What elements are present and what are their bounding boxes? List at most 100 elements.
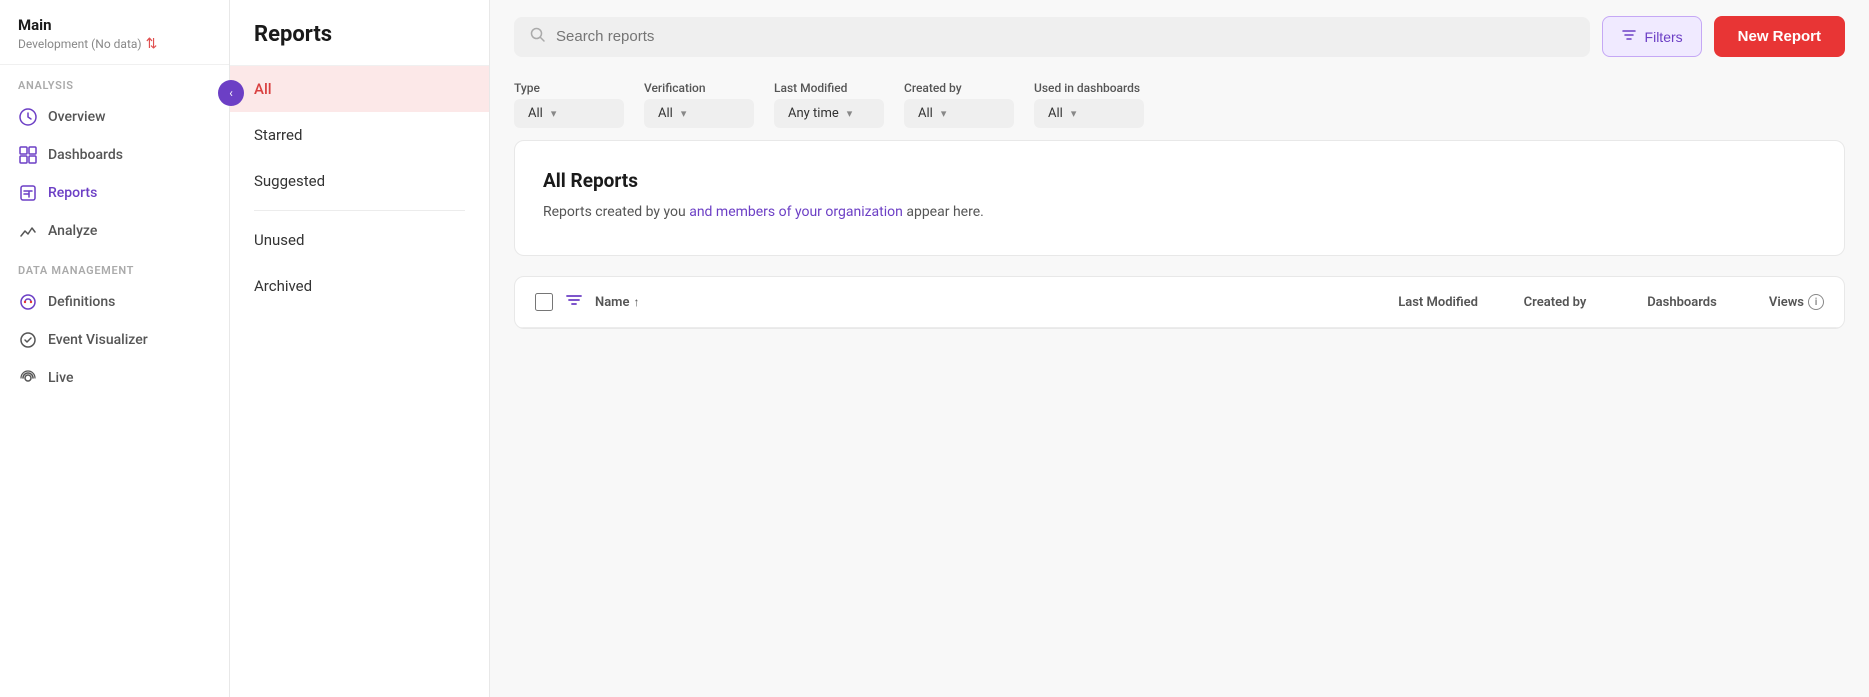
definitions-icon <box>18 292 38 312</box>
filters-button[interactable]: Filters <box>1602 16 1702 57</box>
cat-unused-label: Unused <box>254 231 304 249</box>
filter-verification: Verification All ▾ <box>644 81 754 128</box>
overview-label: Overview <box>48 109 105 125</box>
sidebar-item-analyze[interactable]: Analyze <box>0 212 229 250</box>
select-all-checkbox[interactable] <box>535 293 553 311</box>
reports-icon <box>18 183 38 203</box>
event-visualizer-icon <box>18 330 38 350</box>
search-input[interactable] <box>556 28 1574 45</box>
sidebar-collapse-button[interactable]: ‹ <box>218 80 244 106</box>
sidebar-item-overview[interactable]: Overview <box>0 98 229 136</box>
filter-last-modified-select[interactable]: Any time ▾ <box>774 99 884 128</box>
cat-starred-label: Starred <box>254 126 302 144</box>
collapse-icon: ‹ <box>229 86 233 100</box>
filter-type-label: Type <box>514 81 624 95</box>
dashboards-icon <box>18 145 38 165</box>
filter-type-chevron-icon: ▾ <box>551 107 557 120</box>
app-name: Main <box>18 16 211 34</box>
col-created-by-label: Created by <box>1524 295 1587 310</box>
filter-verification-chevron-icon: ▾ <box>681 107 687 120</box>
filter-dashboards-value: All <box>1048 106 1063 121</box>
sidebar: Main Development (No data) ⇅ Analysis Ov… <box>0 0 230 697</box>
sidebar-section-data-management: Data Management Definitions Event Visual… <box>0 250 229 397</box>
all-reports-title: All Reports <box>543 169 1816 192</box>
filter-created-by-label: Created by <box>904 81 1014 95</box>
table-col-views[interactable]: Views i <box>1744 294 1824 310</box>
filter-created-by-select[interactable]: All ▾ <box>904 99 1014 128</box>
main-toolbar: Filters New Report <box>490 0 1869 73</box>
views-info-icon[interactable]: i <box>1808 294 1824 310</box>
cat-item-unused[interactable]: Unused <box>230 217 489 263</box>
cat-all-label: All <box>254 80 272 98</box>
analyze-label: Analyze <box>48 223 97 239</box>
sidebar-item-dashboards[interactable]: Dashboards <box>0 136 229 174</box>
col-last-modified-label: Last Modified <box>1398 295 1478 310</box>
all-reports-card: All Reports Reports created by you and m… <box>514 140 1845 256</box>
cat-item-all[interactable]: All <box>230 66 489 112</box>
filter-dashboards-chevron-icon: ▾ <box>1071 107 1077 120</box>
live-icon <box>18 368 38 388</box>
sidebar-item-event-visualizer[interactable]: Event Visualizer <box>0 321 229 359</box>
data-management-section-label: Data Management <box>0 250 229 283</box>
reports-table: Name ↑ Last Modified Created by Dashboar… <box>514 276 1845 329</box>
report-categories-panel: Reports All Starred Suggested Unused Arc… <box>230 0 490 697</box>
cat-item-suggested[interactable]: Suggested <box>230 158 489 204</box>
live-label: Live <box>48 370 73 386</box>
app-subtitle-text: Development (No data) <box>18 37 142 51</box>
chevron-updown-icon[interactable]: ⇅ <box>146 36 158 52</box>
search-bar[interactable] <box>514 17 1590 57</box>
filters-icon <box>1621 27 1637 46</box>
col-name-label: Name <box>595 295 629 310</box>
filter-last-modified-chevron-icon: ▾ <box>847 107 853 120</box>
filter-type-select[interactable]: All ▾ <box>514 99 624 128</box>
filter-last-modified-value: Any time <box>788 106 839 121</box>
sidebar-item-definitions[interactable]: Definitions <box>0 283 229 321</box>
cat-archived-label: Archived <box>254 277 312 295</box>
filter-last-modified: Last Modified Any time ▾ <box>774 81 884 128</box>
cat-suggested-label: Suggested <box>254 172 325 190</box>
filter-created-by: Created by All ▾ <box>904 81 1014 128</box>
cat-item-archived[interactable]: Archived <box>230 263 489 309</box>
filters-label: Filters <box>1645 29 1683 45</box>
filter-type-value: All <box>528 106 543 121</box>
table-col-dashboards[interactable]: Dashboards <box>1632 295 1732 310</box>
sidebar-header: Main Development (No data) ⇅ <box>0 0 229 65</box>
event-visualizer-label: Event Visualizer <box>48 332 148 348</box>
analyze-icon <box>18 221 38 241</box>
reports-panel-title: Reports <box>230 0 489 66</box>
col-views-label: Views <box>1769 295 1804 310</box>
all-reports-desc-suffix: appear here. <box>903 204 984 220</box>
cat-item-starred[interactable]: Starred <box>230 112 489 158</box>
filter-created-by-value: All <box>918 106 933 121</box>
filter-dashboards-select[interactable]: All ▾ <box>1034 99 1144 128</box>
table-col-created-by[interactable]: Created by <box>1490 295 1620 310</box>
definitions-label: Definitions <box>48 294 115 310</box>
filter-last-modified-label: Last Modified <box>774 81 884 95</box>
col-dashboards-label: Dashboards <box>1647 295 1717 310</box>
filter-verification-value: All <box>658 106 673 121</box>
dashboards-label: Dashboards <box>48 147 123 163</box>
table-col-last-modified[interactable]: Last Modified <box>1348 295 1478 310</box>
table-header: Name ↑ Last Modified Created by Dashboar… <box>515 277 1844 328</box>
all-reports-desc-link[interactable]: and members of your organization <box>689 204 903 220</box>
table-col-name[interactable]: Name ↑ <box>595 295 1336 310</box>
reports-nav-label: Reports <box>48 185 97 201</box>
sidebar-item-reports[interactable]: Reports <box>0 174 229 212</box>
sidebar-item-live[interactable]: Live <box>0 359 229 397</box>
all-reports-desc-plain: Reports created by you <box>543 204 689 220</box>
all-reports-description: Reports created by you and members of yo… <box>543 202 1816 223</box>
filter-created-by-chevron-icon: ▾ <box>941 107 947 120</box>
sort-ascending-icon: ↑ <box>633 295 639 309</box>
analysis-section-label: Analysis <box>0 65 229 98</box>
new-report-button[interactable]: New Report <box>1714 16 1845 57</box>
table-filter-icon[interactable] <box>565 291 583 313</box>
content-area: All Reports Reports created by you and m… <box>490 140 1869 697</box>
main-content: Filters New Report Type All ▾ Verificati… <box>490 0 1869 697</box>
filters-row: Type All ▾ Verification All ▾ Last Modif… <box>490 73 1869 140</box>
new-report-label: New Report <box>1738 28 1821 45</box>
cat-divider <box>254 210 465 211</box>
filter-verification-select[interactable]: All ▾ <box>644 99 754 128</box>
app-subtitle: Development (No data) ⇅ <box>18 36 211 52</box>
filter-verification-label: Verification <box>644 81 754 95</box>
filter-dashboards-label: Used in dashboards <box>1034 81 1144 95</box>
